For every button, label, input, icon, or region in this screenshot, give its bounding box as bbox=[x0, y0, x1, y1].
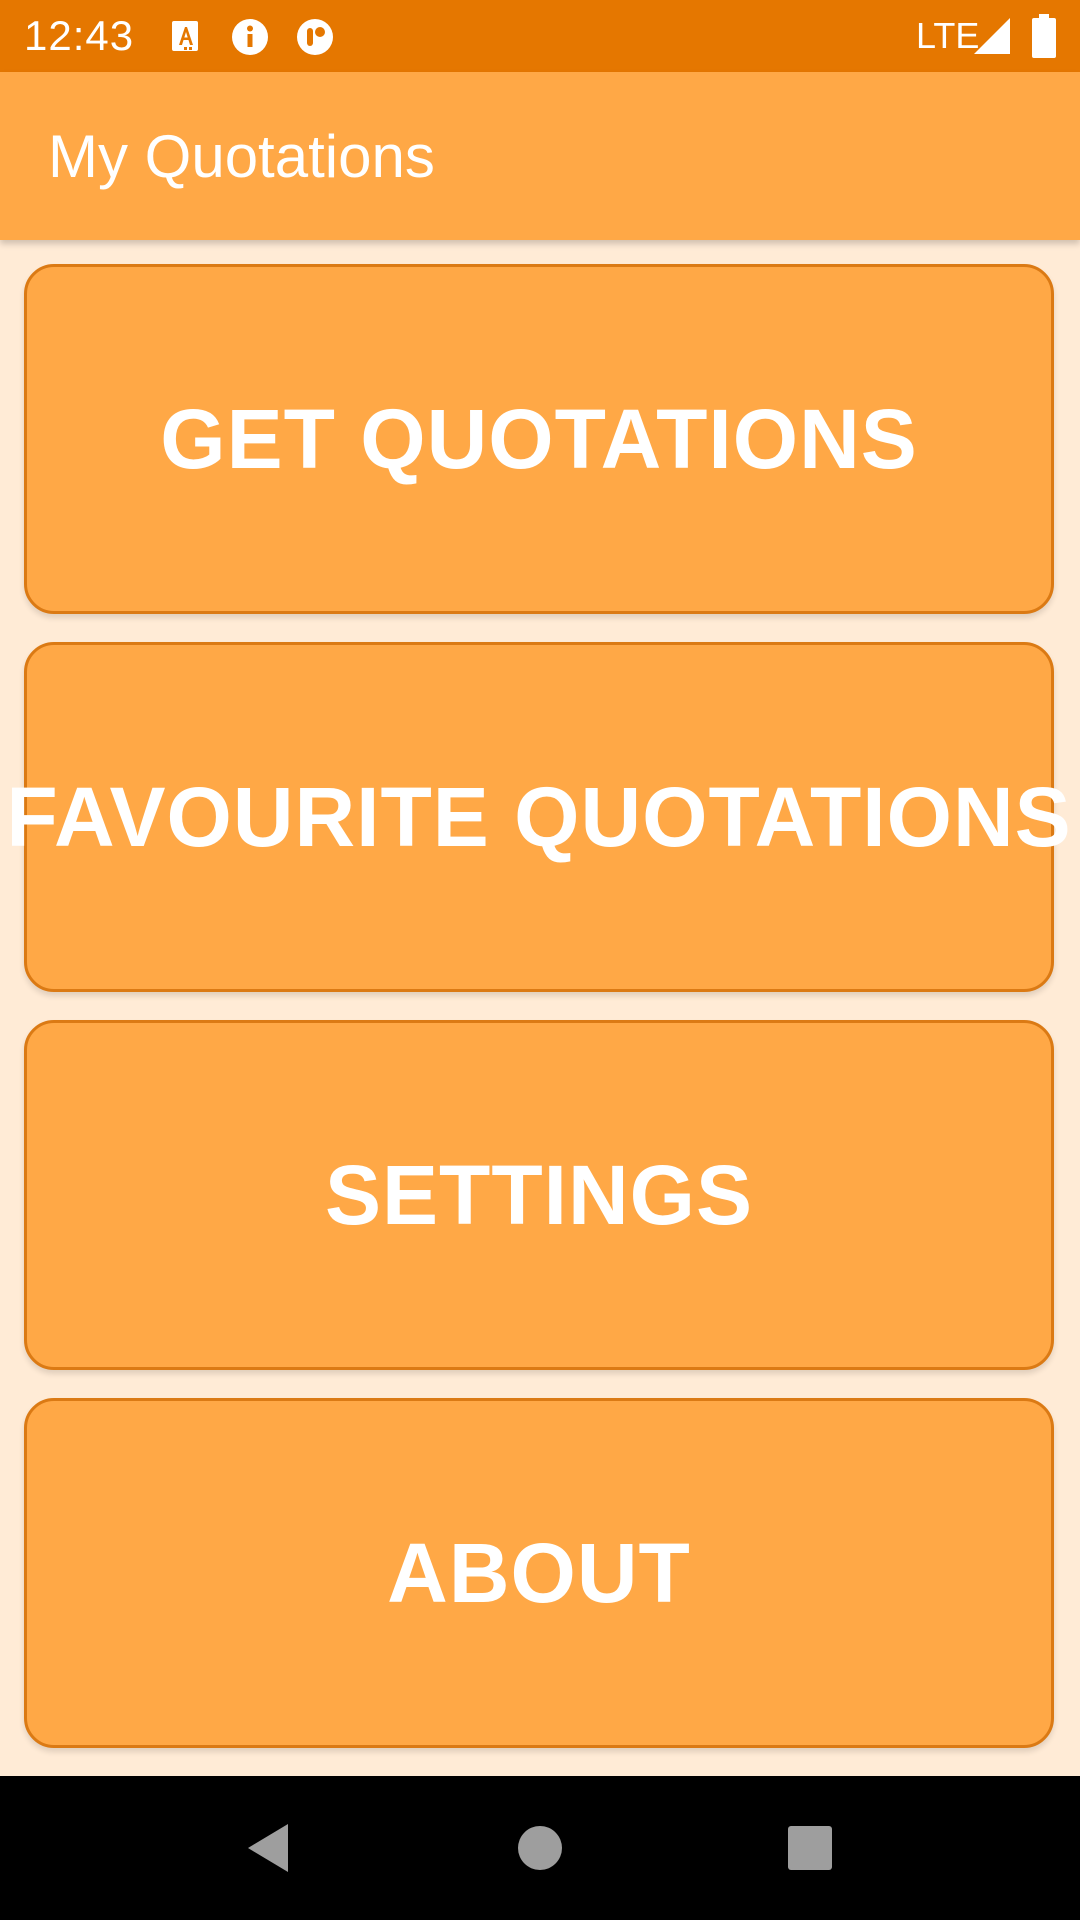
recents-button[interactable] bbox=[750, 1776, 870, 1920]
navigation-bar bbox=[0, 1776, 1080, 1920]
home-button[interactable] bbox=[480, 1776, 600, 1920]
back-button[interactable] bbox=[208, 1776, 328, 1920]
back-icon bbox=[248, 1824, 288, 1872]
app-bar: My Quotations bbox=[0, 72, 1080, 240]
font-download-icon bbox=[172, 21, 198, 51]
page-title: My Quotations bbox=[48, 123, 435, 190]
favourite-quotations-label: FAVOURITE QUOTATIONS bbox=[6, 769, 1072, 864]
home-icon bbox=[518, 1826, 562, 1870]
favourite-quotations-button[interactable]: FAVOURITE QUOTATIONS bbox=[6, 642, 1071, 992]
status-time: 12:43 bbox=[24, 12, 135, 59]
status-bar: 12:43 LTE bbox=[0, 0, 1080, 72]
app-notification-icon bbox=[297, 19, 333, 55]
about-button[interactable]: ABOUT bbox=[24, 1398, 1054, 1748]
get-quotations-label: GET QUOTATIONS bbox=[160, 391, 918, 486]
info-icon bbox=[232, 19, 268, 55]
settings-label: SETTINGS bbox=[324, 1147, 754, 1242]
recents-icon bbox=[788, 1826, 832, 1870]
settings-button[interactable]: SETTINGS bbox=[24, 1020, 1054, 1370]
about-label: ABOUT bbox=[387, 1525, 691, 1620]
get-quotations-button[interactable]: GET QUOTATIONS bbox=[24, 264, 1054, 614]
battery-icon bbox=[1032, 14, 1056, 58]
signal-icon bbox=[974, 18, 1010, 54]
network-type: LTE bbox=[916, 15, 980, 56]
